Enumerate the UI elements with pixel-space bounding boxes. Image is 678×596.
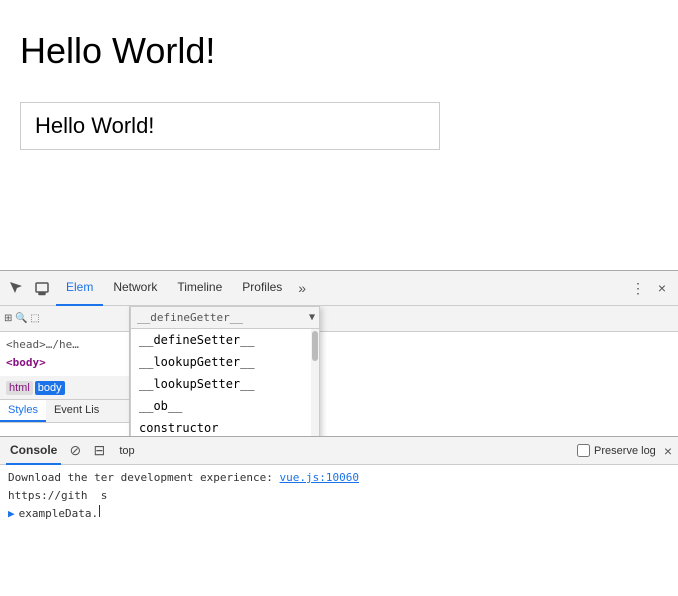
tree-item-body[interactable]: <body> (6, 354, 123, 372)
settings-icon[interactable]: ⋮ (626, 276, 650, 300)
autocomplete-header: __defineGetter__ ▼ (131, 307, 319, 329)
preserve-log-group: Preserve log (577, 444, 656, 457)
styles-tabs: Styles Event Lis (0, 400, 129, 423)
console-line-1: Download the ter development experience:… (8, 469, 670, 487)
page-content: Hello World! (0, 0, 678, 270)
console-link-1[interactable]: vue.js:10060 (280, 469, 359, 487)
tab-network[interactable]: Network (103, 271, 167, 306)
autocomplete-arrow[interactable]: ▼ (309, 312, 315, 323)
devtools-tabs: Elem Network Timeline Profiles » (56, 271, 626, 306)
elements-tree: <head>…/he… <body> (0, 332, 129, 376)
elements-subbar: ⊞ 🔍 ⬚ (0, 306, 129, 332)
console-cursor (99, 505, 100, 517)
filter-icon[interactable]: ⊟ (89, 441, 109, 461)
elements-panel: ⊞ 🔍 ⬚ <head>…/he… <body> html body Style… (0, 306, 130, 436)
hello-world-input[interactable] (20, 102, 440, 150)
console-close-button[interactable]: × (664, 443, 672, 459)
autocomplete-scrollbar[interactable] (311, 329, 319, 436)
toolbar-right: ⋮ × (626, 276, 674, 300)
console-panel: Console ⊘ ⊟ top Preserve log × Download … (0, 436, 678, 596)
device-icon[interactable] (30, 276, 54, 300)
close-devtools-button[interactable]: × (650, 276, 674, 300)
devtools-main: ⊞ 🔍 ⬚ <head>…/he… <body> html body Style… (0, 306, 678, 436)
inspect-icon[interactable] (4, 276, 28, 300)
tree-item-head[interactable]: <head>…/he… (6, 336, 123, 354)
console-text-2: https://gith (8, 487, 87, 505)
breadcrumb-body[interactable]: body (35, 381, 65, 395)
autocomplete-scrollbar-thumb (312, 331, 318, 361)
ban-icon[interactable]: ⊘ (65, 441, 85, 461)
console-toolbar: Console ⊘ ⊟ top Preserve log × (0, 437, 678, 465)
autocomplete-dropdown: __defineGetter__ ▼ __defineSetter__ __lo… (130, 306, 320, 436)
console-tab[interactable]: Console (6, 437, 61, 465)
console-input-text: exampleData. (19, 505, 98, 523)
devtools-panel: Elem Network Timeline Profiles » ⋮ × ⊞ 🔍… (0, 270, 678, 596)
breadcrumb-bar: html body (0, 376, 129, 400)
console-text-2b: s (87, 487, 107, 505)
tab-timeline[interactable]: Timeline (167, 271, 232, 306)
console-arrow-3[interactable]: ▶ (8, 505, 15, 523)
breadcrumb-html[interactable]: html (6, 381, 33, 395)
autocomplete-item-4[interactable]: constructor (131, 417, 319, 436)
more-tabs-button[interactable]: » (292, 276, 312, 300)
autocomplete-item-1[interactable]: __lookupGetter__ (131, 351, 319, 373)
tab-elements[interactable]: Elem (56, 271, 103, 306)
console-line-3: ▶ exampleData. (8, 505, 670, 523)
preserve-log-checkbox[interactable] (577, 444, 590, 457)
page-title: Hello World! (20, 30, 658, 72)
autocomplete-item-2[interactable]: __lookupSetter__ (131, 373, 319, 395)
elements-toolbar-icons: ⊞ 🔍 ⬚ (4, 313, 40, 324)
tab-profiles[interactable]: Profiles (232, 271, 292, 306)
tab-event-listeners[interactable]: Event Lis (46, 400, 107, 422)
console-content: Download the ter development experience:… (0, 465, 678, 596)
autocomplete-item-0[interactable]: __defineSetter__ (131, 329, 319, 351)
console-text-1: Download the (8, 469, 94, 487)
console-filter-top[interactable]: top (113, 443, 140, 459)
autocomplete-header-text: __defineGetter__ (135, 311, 309, 324)
preserve-log-label: Preserve log (594, 445, 656, 457)
console-line-2: https://gith s (8, 487, 670, 505)
autocomplete-item-3[interactable]: __ob__ (131, 395, 319, 417)
devtools-toolbar: Elem Network Timeline Profiles » ⋮ × (0, 271, 678, 306)
tab-styles[interactable]: Styles (0, 400, 46, 422)
console-text-1b: ter development experience: (94, 469, 279, 487)
